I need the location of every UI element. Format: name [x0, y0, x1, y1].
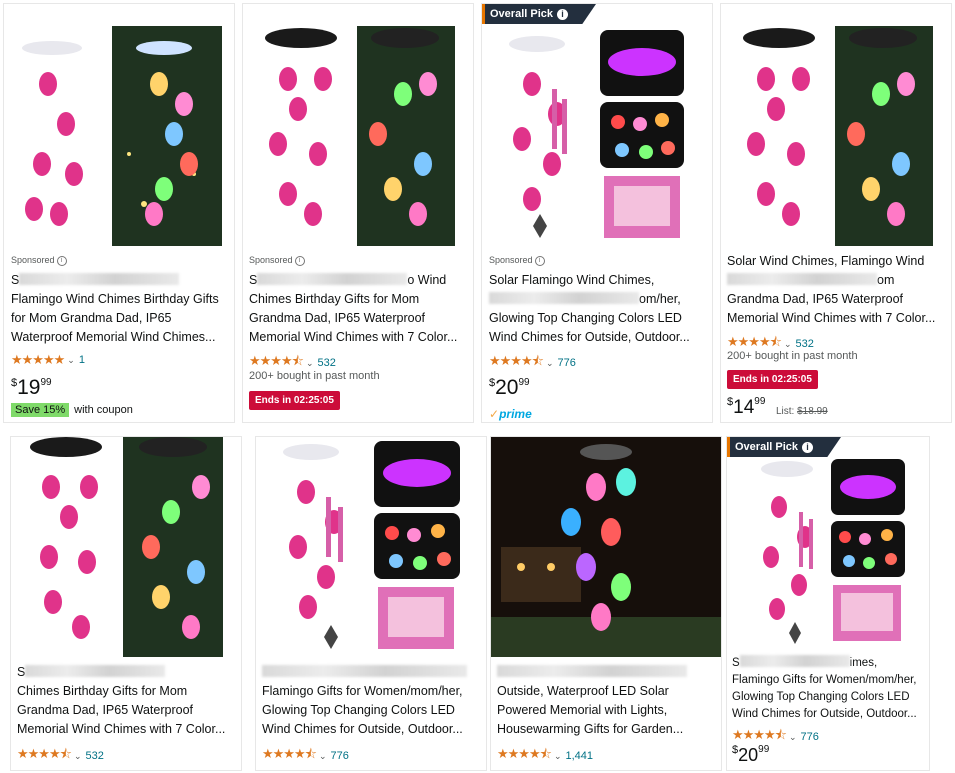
rating-row[interactable]: ★★★★⯪ ⌄ 532	[17, 745, 104, 767]
sponsored-label[interactable]: Sponsored i	[11, 255, 67, 266]
star-icon: ★★★★★	[11, 352, 65, 367]
chevron-down-icon[interactable]: ⌄	[546, 358, 554, 369]
product-image[interactable]	[482, 4, 712, 249]
review-count[interactable]: 532	[317, 357, 335, 369]
flamingo-chime-image	[509, 30, 684, 238]
product-image[interactable]	[491, 437, 721, 657]
product-card[interactable]: Solar Wind Chimes, Flamingo Wind om Gran…	[720, 3, 952, 423]
star-icon: ★★★★⯪	[489, 353, 544, 368]
rating-row[interactable]: ★★★★⯪ ⌄ 776	[489, 352, 576, 374]
star-icon: ★★★★⯪	[17, 746, 72, 761]
product-title[interactable]: S Chimes Birthday Gifts for Mom Grandma …	[17, 663, 239, 739]
redacted-text	[489, 292, 639, 304]
product-image[interactable]	[4, 4, 234, 249]
review-count[interactable]: 776	[800, 731, 818, 743]
star-icon: ★★★★⯪	[262, 746, 317, 761]
flamingo-chime-image	[491, 437, 721, 657]
chevron-down-icon[interactable]: ⌄	[784, 339, 792, 350]
redacted-text	[257, 273, 408, 285]
product-card[interactable]: Sponsored i S Flamingo Wind Chimes Birthd…	[3, 3, 235, 423]
deal-badge: Ends in 02:25:05	[249, 391, 340, 410]
review-count[interactable]: 776	[557, 357, 575, 369]
product-image[interactable]	[11, 437, 241, 657]
product-card[interactable]: Outside, Waterproof LED Solar Powered Me…	[490, 436, 722, 771]
flamingo-chime-image	[283, 441, 460, 649]
product-card[interactable]: Overall Pick i Simes, Flamingo Gifts for …	[726, 436, 930, 771]
review-count[interactable]: 532	[795, 338, 813, 350]
price: $1999	[11, 376, 52, 399]
rating-row[interactable]: ★★★★⯪ ⌄ 776	[262, 745, 349, 767]
redacted-text	[497, 665, 687, 677]
product-card[interactable]: Overall Pick i Sponsored i Solar Flamingo …	[481, 3, 713, 423]
overall-pick-badge: Overall Pick i	[727, 437, 841, 457]
product-title[interactable]: Solar Flamingo Wind Chimes, om/her, Glow…	[489, 271, 711, 347]
chevron-down-icon[interactable]: ⌄	[74, 751, 82, 762]
product-card[interactable]: S Chimes Birthday Gifts for Mom Grandma …	[10, 436, 242, 771]
rating-row[interactable]: ★★★★★ ⌄ 1	[11, 352, 85, 368]
coupon-row[interactable]: Save 15% with coupon	[11, 403, 133, 417]
info-icon[interactable]: i	[802, 442, 813, 453]
coupon-badge: Save 15%	[11, 403, 70, 417]
product-card[interactable]: Sponsored i So Wind Chimes Birthday Gifts…	[242, 3, 474, 423]
flamingo-chime-image	[761, 459, 905, 644]
sponsored-label[interactable]: Sponsored i	[249, 255, 305, 266]
product-title[interactable]: S Flamingo Wind Chimes Birthday Gifts fo…	[11, 271, 233, 347]
product-image[interactable]	[256, 437, 486, 657]
flamingo-chime-image	[743, 26, 933, 246]
prime-badge: ✓prime	[489, 407, 532, 421]
prime-check-icon: ✓	[489, 407, 500, 421]
flamingo-chime-image	[265, 26, 455, 246]
redacted-text	[739, 655, 850, 667]
redacted-text	[19, 273, 180, 285]
bought-count: 200+ bought in past month	[249, 370, 380, 382]
flamingo-chime-image	[30, 437, 223, 657]
info-icon[interactable]: i	[56, 256, 67, 266]
info-icon[interactable]: i	[557, 9, 568, 20]
list-price: List: $18.99	[776, 406, 828, 417]
redacted-text	[727, 273, 877, 285]
chevron-down-icon[interactable]: ⌄	[319, 751, 327, 762]
redacted-text	[262, 665, 467, 677]
review-count[interactable]: 776	[330, 750, 348, 762]
overall-pick-badge: Overall Pick i	[482, 4, 596, 24]
sponsored-label[interactable]: Sponsored i	[489, 255, 545, 266]
review-count[interactable]: 1,441	[565, 750, 593, 762]
chevron-down-icon[interactable]: ⌄	[789, 732, 797, 743]
chevron-down-icon[interactable]: ⌄	[306, 358, 314, 369]
price: $2099	[489, 376, 530, 399]
review-count[interactable]: 532	[85, 750, 103, 762]
product-title[interactable]: So Wind Chimes Birthday Gifts for Mom Gr…	[249, 271, 471, 347]
redacted-text	[25, 665, 166, 677]
review-count[interactable]: 1	[79, 354, 85, 366]
price: $1499	[727, 396, 766, 418]
info-icon[interactable]: i	[294, 256, 305, 266]
product-image[interactable]	[721, 4, 951, 249]
flamingo-chime-image	[22, 26, 222, 246]
chevron-down-icon[interactable]: ⌄	[67, 355, 75, 366]
bought-count: 200+ bought in past month	[727, 350, 858, 362]
chevron-down-icon[interactable]: ⌄	[554, 751, 562, 762]
product-title[interactable]: Flamingo Gifts for Women/mom/her, Glowin…	[262, 663, 484, 739]
product-title[interactable]: Solar Wind Chimes, Flamingo Wind om Gran…	[727, 252, 949, 328]
product-title[interactable]: Outside, Waterproof LED Solar Powered Me…	[497, 663, 719, 739]
product-image[interactable]	[243, 4, 473, 249]
product-image[interactable]	[727, 437, 929, 649]
deal-badge: Ends in 02:25:05	[727, 370, 818, 389]
star-icon: ★★★★⯪	[497, 746, 552, 761]
product-title[interactable]: Simes, Flamingo Gifts for Women/mom/her,…	[732, 655, 929, 723]
info-icon[interactable]: i	[534, 256, 545, 266]
rating-row[interactable]: ★★★★⯪ ⌄ 1,441	[497, 745, 593, 767]
product-card[interactable]: Flamingo Gifts for Women/mom/her, Glowin…	[255, 436, 487, 771]
price: $2099	[732, 744, 770, 765]
